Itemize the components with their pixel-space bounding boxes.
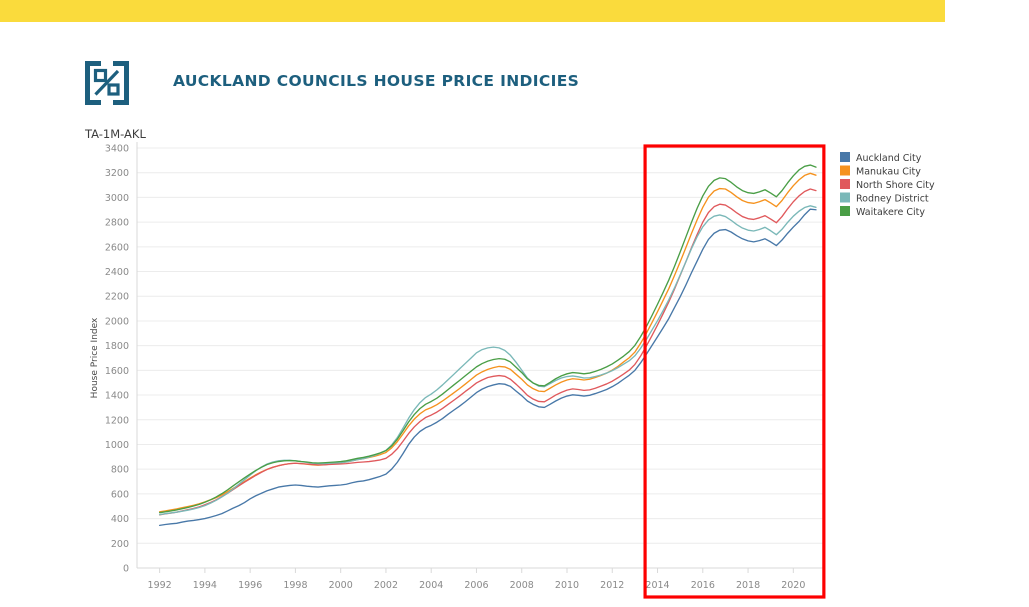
y-axis-title: House Price Index: [90, 317, 100, 398]
y-axis-tick-label: 200: [111, 539, 129, 550]
x-axis-tick-label: 2016: [691, 580, 715, 591]
top-yellow-banner: [0, 0, 945, 22]
y-axis-tick-label: 600: [111, 489, 129, 500]
x-axis-tick-label: 2002: [374, 580, 398, 591]
y-axis-tick-label: 1000: [105, 440, 129, 451]
y-axis-tick-label: 1800: [105, 341, 129, 352]
legend-swatch: [840, 165, 850, 176]
x-axis-tick-label: 1994: [193, 580, 217, 591]
series-line: [158, 164, 817, 514]
x-axis-tick-label: 2010: [555, 580, 579, 591]
legend-label[interactable]: Auckland City: [856, 153, 922, 164]
legend-label[interactable]: North Shore City: [856, 180, 935, 191]
page-title: AUCKLAND COUNCILS HOUSE PRICE INDICIES: [173, 72, 580, 90]
x-axis-tick-label: 2020: [781, 580, 805, 591]
y-axis-tick-label: 2000: [105, 316, 129, 327]
house-price-index-chart: TA-1M-AKL 0 200 400 600 800 1000 1200 1400 1600 18…: [0, 100, 1029, 607]
y-axis-tick-label: 3000: [105, 193, 129, 204]
y-axis-tick-label: 3200: [105, 168, 129, 179]
y-axis-tick-label: 800: [111, 465, 129, 476]
legend-label[interactable]: Manukau City: [856, 167, 921, 178]
y-axis-tick-label: 2600: [105, 242, 129, 253]
y-axis-tick-label: 1600: [105, 366, 129, 377]
x-axis-tick-label: 2008: [510, 580, 534, 591]
x-axis-tick-label: 2000: [329, 580, 353, 591]
legend-swatch: [840, 206, 850, 216]
y-axis-tick-label: 1400: [105, 391, 129, 402]
legend-swatch: [840, 179, 850, 189]
chart-canvas: TA-1M-AKL 0 200 400 600 800 1000 1200 1400 1600 18…: [84, 127, 935, 599]
x-axis-tick-label: 2004: [419, 580, 443, 591]
legend-swatch: [840, 192, 850, 203]
x-axis-tick-label: 2006: [464, 580, 488, 591]
x-axis-tick-label: 1996: [238, 580, 262, 591]
legend-label[interactable]: Waitakere City: [856, 207, 925, 218]
x-axis-tick-label: 2012: [600, 580, 624, 591]
y-axis-tick-label: 2800: [105, 218, 129, 229]
y-axis-tick-label: 400: [111, 514, 129, 525]
x-axis-tick-label: 2018: [736, 580, 760, 591]
legend-label[interactable]: Rodney District: [856, 194, 929, 205]
series-line: [158, 172, 817, 513]
y-axis-tick-label: 3400: [105, 144, 129, 155]
x-axis-tick-label: 1998: [283, 580, 307, 591]
y-axis-tick-label: 2200: [105, 292, 129, 303]
chart-heading: TA-1M-AKL: [84, 127, 146, 141]
series-line: [158, 205, 817, 516]
y-axis-tick-label: 0: [123, 564, 129, 575]
x-axis-tick-label: 2014: [645, 580, 669, 591]
y-axis-tick-label: 1200: [105, 415, 129, 426]
series-line: [158, 208, 817, 527]
slide-header: AUCKLAND COUNCILS HOUSE PRICE INDICIES: [0, 22, 1029, 105]
y-axis-tick-label: 2400: [105, 267, 129, 278]
x-axis-tick-label: 1992: [148, 580, 172, 591]
series-line: [158, 188, 817, 516]
legend-swatch: [840, 152, 850, 162]
